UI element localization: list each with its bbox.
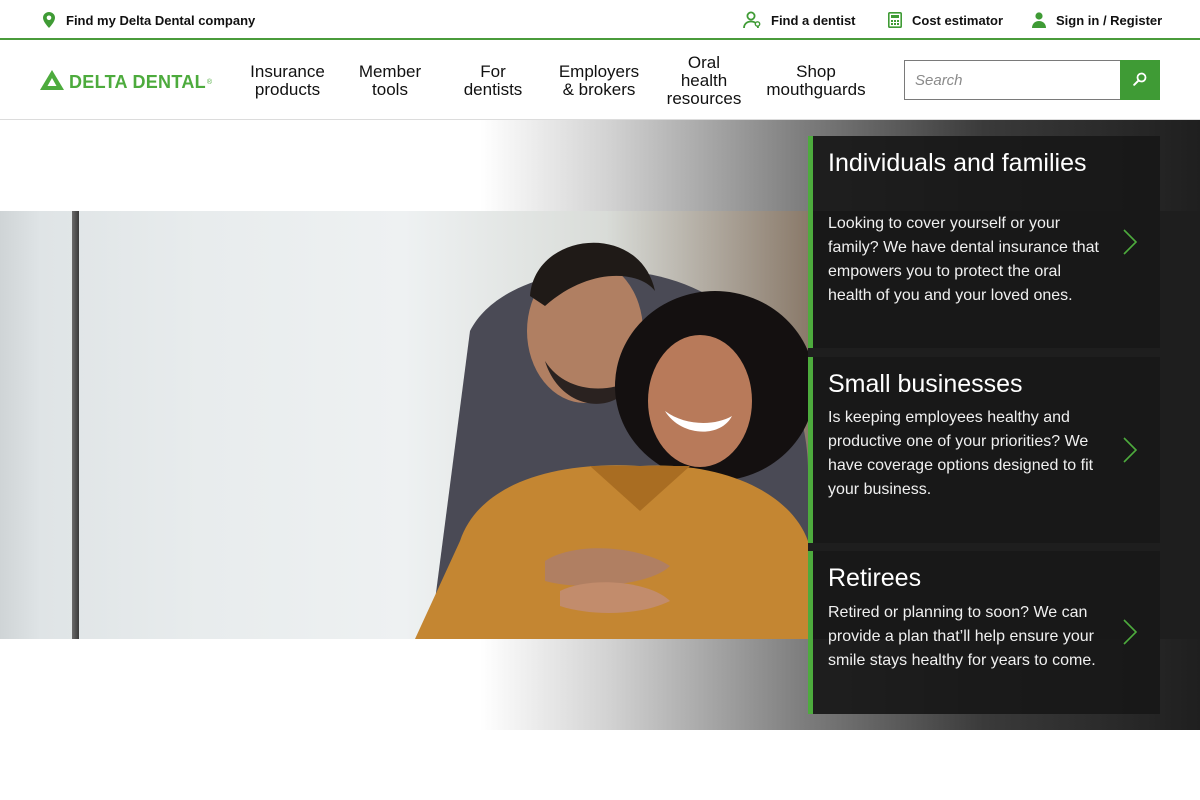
find-dentist-link[interactable]: Find a dentist xyxy=(741,0,856,40)
delta-dental-logo[interactable]: DELTA DENTAL ® xyxy=(40,70,212,95)
card-individuals-families[interactable]: Individuals and families Looking to cove… xyxy=(808,136,1160,348)
nav-employers-brokers[interactable]: Employers & brokers xyxy=(548,42,650,120)
find-company-link[interactable]: Find my Delta Dental company xyxy=(40,0,255,40)
nav-oral-health-resources[interactable]: Oral health resources xyxy=(658,42,750,120)
card-title: Individuals and families xyxy=(828,149,1087,177)
calculator-icon xyxy=(886,11,904,29)
card-small-businesses[interactable]: Small businesses Is keeping employees he… xyxy=(808,357,1160,543)
nav-shop-mouthguards[interactable]: Shop mouthguards xyxy=(756,42,876,120)
find-dentist-label: Find a dentist xyxy=(771,12,856,28)
couple-illustration xyxy=(415,242,808,639)
nav-label: Oral health resources xyxy=(666,53,742,108)
location-pin-icon xyxy=(40,11,58,29)
chevron-right-icon xyxy=(1123,437,1138,463)
dentist-person-icon xyxy=(741,11,763,29)
search-bar xyxy=(904,60,1160,100)
card-body: Is keeping employees healthy and product… xyxy=(828,409,1094,498)
nav-member-tools[interactable]: Member tools xyxy=(345,42,435,120)
card-title: Small businesses xyxy=(828,370,1023,398)
card-body: Looking to cover yourself or your family… xyxy=(828,215,1099,304)
sign-in-link[interactable]: Sign in / Register xyxy=(1030,0,1162,40)
chevron-right-icon xyxy=(1123,619,1138,645)
cost-estimator-link[interactable]: Cost estimator xyxy=(886,0,1003,40)
chevron-right-icon xyxy=(1123,229,1138,255)
logo-registered-mark: ® xyxy=(206,79,213,86)
delta-triangle-icon xyxy=(40,70,64,95)
card-retirees[interactable]: Retirees Retired or planning to soon? We… xyxy=(808,551,1160,714)
nav-insurance-products[interactable]: Insurance products xyxy=(240,42,335,120)
card-body: Retired or planning to soon? We can prov… xyxy=(828,604,1096,669)
nav-for-dentists[interactable]: For dentists xyxy=(450,42,536,120)
nav-label: Employers & brokers xyxy=(558,62,640,99)
search-icon xyxy=(1133,72,1147,89)
hero-section: Individuals and families Looking to cove… xyxy=(0,120,1200,730)
user-icon xyxy=(1030,11,1048,29)
nav-label: Shop mouthguards xyxy=(766,62,866,99)
search-input[interactable] xyxy=(904,60,1120,100)
find-company-label: Find my Delta Dental company xyxy=(66,12,256,28)
utility-bar: Find my Delta Dental company Find a dent… xyxy=(0,0,1200,40)
nav-label: Member tools xyxy=(358,62,422,99)
card-title: Retirees xyxy=(828,564,922,592)
nav-label: Insurance products xyxy=(250,62,325,99)
search-button[interactable] xyxy=(1120,60,1160,100)
cost-estimator-label: Cost estimator xyxy=(912,12,1004,28)
nav-label: For dentists xyxy=(463,62,523,99)
logo-text: DELTA DENTAL xyxy=(69,72,206,92)
hero-photo-couple xyxy=(0,211,808,639)
main-header: DELTA DENTAL ® Insurance products Member… xyxy=(0,42,1200,120)
sign-in-label: Sign in / Register xyxy=(1056,12,1163,28)
